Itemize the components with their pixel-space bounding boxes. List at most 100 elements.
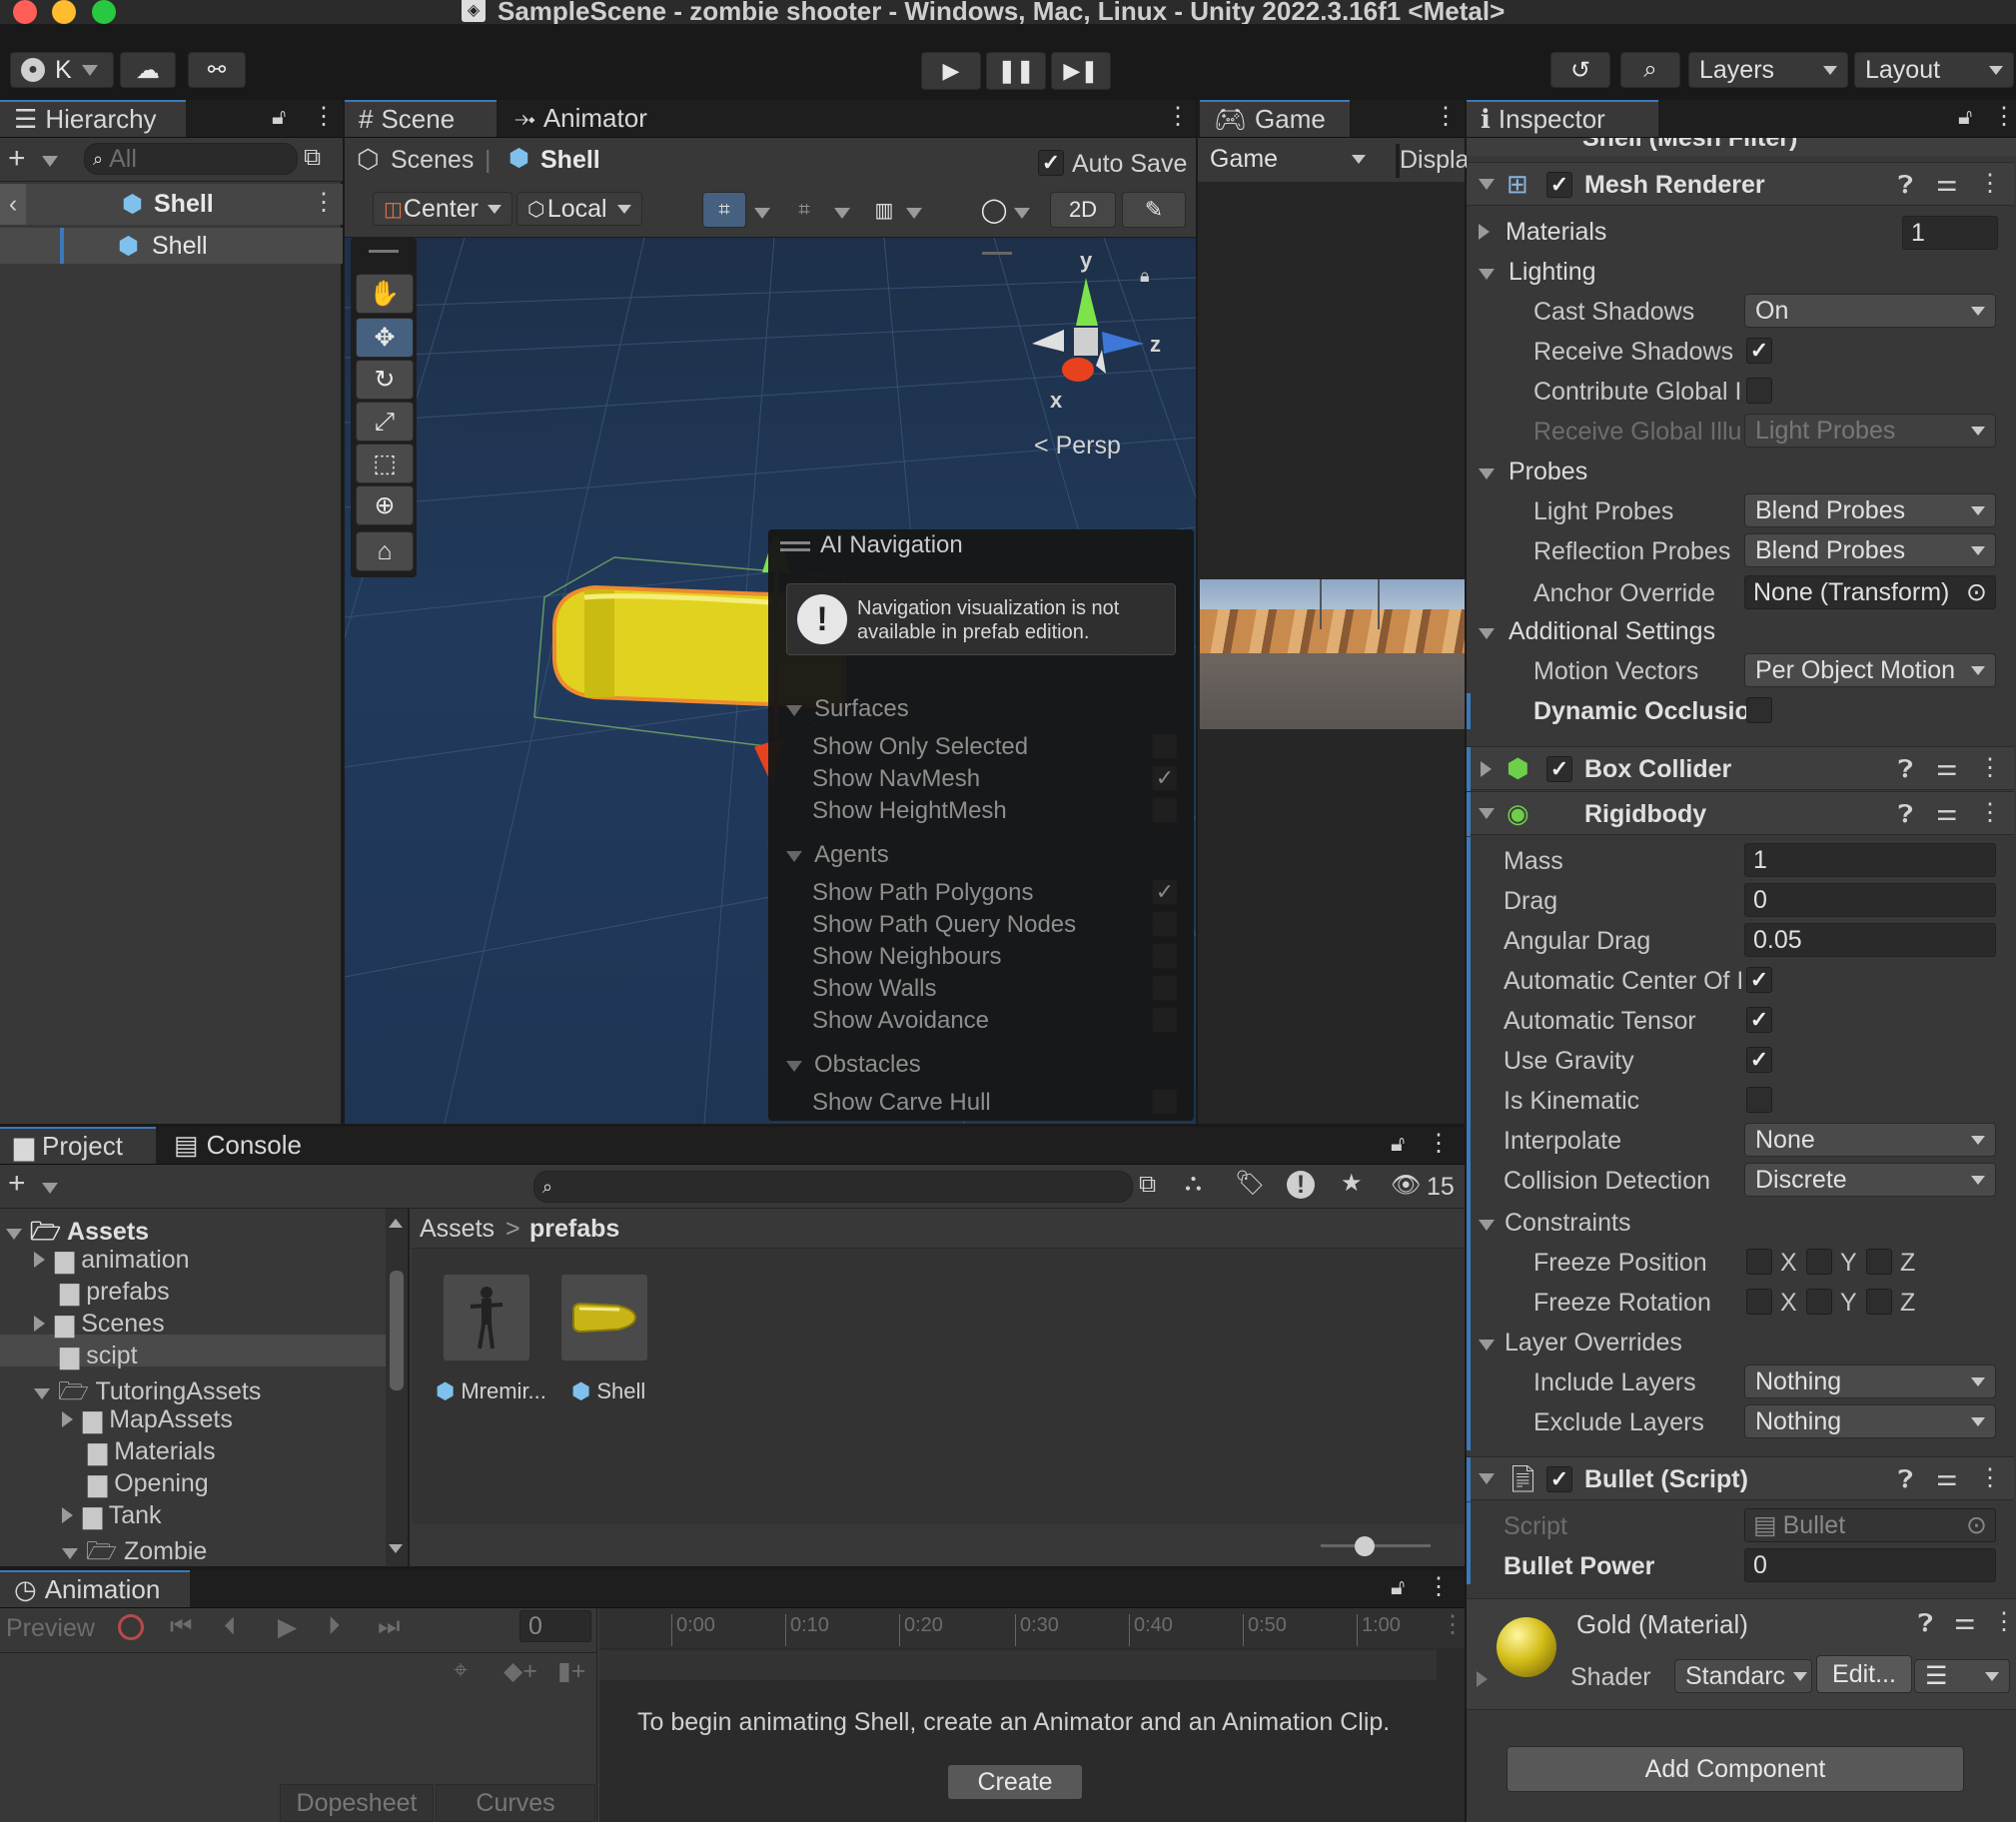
rigidbody-header[interactable]: ◉ Rigidbody ❓︎ ⚌ ⋮ (1467, 791, 2014, 836)
events-track[interactable] (599, 1650, 1437, 1680)
surfaces-foldout[interactable]: Surfaces (786, 695, 909, 723)
scroll-up-icon[interactable] (389, 1219, 403, 1228)
project-search-input[interactable]: ⌕ (533, 1171, 1133, 1203)
more-menu-icon[interactable]: ⋮ (1427, 1129, 1451, 1158)
foldout-arrow-icon[interactable] (1479, 1473, 1495, 1484)
more-menu-icon[interactable]: ⋮ (1978, 798, 2002, 827)
chevron-down-icon[interactable] (834, 208, 850, 219)
bullet-power-field[interactable]: 0 (1744, 1548, 1996, 1582)
hierarchy-item-shell[interactable]: ⬢ Shell (0, 228, 343, 264)
pause-button[interactable]: ❚❚ (986, 52, 1046, 90)
crumb-prefabs[interactable]: prefabs (529, 1215, 619, 1244)
show-path-polygons-checkbox[interactable]: ✓ (1152, 879, 1178, 905)
foldout-arrow-icon[interactable] (1479, 179, 1495, 190)
presets-icon[interactable]: ⚌ (1936, 753, 1958, 782)
pivot-dropdown[interactable]: ◫ Center (373, 192, 512, 226)
tab-hierarchy[interactable]: ☰ Hierarchy (0, 100, 186, 137)
animation-timeline[interactable]: 0:00 0:10 0:20 0:30 0:40 0:50 1:00 ⋮ To … (599, 1608, 1465, 1822)
close-window-button[interactable] (13, 0, 37, 24)
use-gravity-checkbox[interactable]: ✓ (1746, 1047, 1772, 1073)
add-object-dropdown-icon[interactable] (42, 156, 58, 167)
more-menu-icon[interactable]: ⋮ (1978, 169, 2002, 198)
freeze-rotation-y-checkbox[interactable] (1806, 1289, 1832, 1315)
anchor-override-field[interactable]: None (Transform) ⊙ (1744, 575, 1996, 609)
tab-inspector[interactable]: ℹ Inspector (1467, 100, 1658, 137)
tree-item-scipt[interactable]: ▆ scipt (60, 1341, 138, 1370)
additional-settings-foldout[interactable]: Additional Settings (1479, 617, 1715, 646)
bullet-script-enabled-checkbox[interactable]: ✓ (1546, 1466, 1572, 1492)
presets-icon[interactable]: ⚌ (1954, 1607, 1976, 1636)
frame-field[interactable]: 0 (519, 1610, 591, 1642)
hierarchy-search-input[interactable]: ⌕ All (84, 143, 298, 175)
rotate-tool-button[interactable]: ↻ (356, 360, 414, 400)
tree-item-mapassets[interactable]: ▆ MapAssets (62, 1404, 233, 1434)
help-icon[interactable]: ❓︎ (1898, 755, 1913, 784)
chevron-down-icon[interactable] (754, 208, 770, 219)
search-button[interactable]: ⌕ (1620, 52, 1680, 88)
account-dropdown[interactable]: ● K (10, 52, 114, 88)
layers-dropdown[interactable]: Layers (1688, 52, 1848, 88)
favorite-star-icon[interactable]: ★ (1341, 1169, 1363, 1198)
auto-save-checkbox[interactable]: ✓ (1038, 150, 1064, 176)
auto-tensor-checkbox[interactable]: ✓ (1746, 1007, 1772, 1033)
presets-icon[interactable]: ⚌ (1936, 1463, 1958, 1492)
drag-handle-icon[interactable] (369, 250, 399, 253)
box-collider-enabled-checkbox[interactable]: ✓ (1546, 756, 1572, 782)
show-walls-checkbox[interactable] (1152, 975, 1178, 1001)
search-options-icon[interactable]: ⧉ (1139, 1171, 1156, 1199)
lock-icon[interactable]: 🔓︎ (272, 104, 286, 130)
create-animation-button[interactable]: Create (947, 1764, 1083, 1800)
agents-foldout[interactable]: Agents (786, 841, 889, 869)
asset-thumbnail-shell[interactable] (561, 1275, 647, 1361)
material-options-dropdown[interactable]: ☰ (1914, 1659, 2010, 1693)
chevron-down-icon[interactable] (42, 1183, 58, 1194)
icon-size-slider-thumb[interactable] (1355, 1536, 1375, 1556)
more-menu-icon[interactable]: ⋮ (1166, 102, 1190, 131)
mesh-renderer-header[interactable]: ⊞ ✓ Mesh Renderer ❓︎ ⚌ ⋮ (1467, 162, 2014, 206)
more-menu-icon[interactable]: ⋮ (1992, 102, 2016, 131)
scale-tool-button[interactable]: ⤢ (356, 402, 414, 442)
freeze-rotation-x-checkbox[interactable] (1746, 1289, 1772, 1315)
lighting-foldout[interactable]: Lighting (1479, 258, 1596, 287)
edit-shader-button[interactable]: Edit... (1816, 1655, 1912, 1693)
asset-label-shell[interactable]: ⬢ Shell (571, 1378, 645, 1404)
filter-selection-icon[interactable]: ⌖ (454, 1656, 468, 1685)
hidden-eye-icon[interactable]: 👁︎ (1391, 1171, 1421, 1200)
preview-toggle[interactable]: Preview (6, 1614, 95, 1643)
increment-snap-toggle[interactable]: ▥ (862, 192, 906, 228)
play-animation-button[interactable]: ▶ (278, 1612, 297, 1642)
drag-handle-icon[interactable] (780, 541, 810, 544)
mesh-filter-header[interactable]: Shell (Mesh Filter) (1467, 138, 2016, 156)
scroll-down-icon[interactable] (389, 1544, 403, 1553)
last-keyframe-button[interactable]: ⏭ (378, 1612, 401, 1641)
layout-dropdown[interactable]: Layout (1854, 52, 2014, 88)
lock-icon[interactable]: 🔒︎ (1140, 266, 1150, 287)
add-event-icon[interactable]: ▮+ (557, 1656, 585, 1686)
minimize-window-button[interactable] (52, 0, 76, 24)
show-heightmesh-checkbox[interactable] (1152, 797, 1178, 823)
tree-item-tank[interactable]: ▆ Tank (62, 1500, 162, 1530)
tab-game[interactable]: 🎮︎ Game (1200, 100, 1350, 137)
previous-keyframe-button[interactable]: ⏴ (224, 1612, 237, 1641)
show-path-query-checkbox[interactable] (1152, 911, 1178, 937)
play-button[interactable]: ▶ (921, 52, 981, 90)
icon-size-slider-track[interactable] (1321, 1544, 1431, 1547)
help-icon[interactable]: ❓︎ (1898, 800, 1913, 829)
custom-tool-button[interactable]: ⌂ (356, 531, 414, 571)
breadcrumb-scenes[interactable]: Scenes (391, 146, 474, 175)
dynamic-occlusion-checkbox[interactable] (1746, 697, 1772, 723)
help-icon[interactable]: ❓︎ (1898, 1465, 1913, 1494)
back-arrow-icon[interactable]: ‹ (0, 184, 26, 225)
help-icon[interactable]: ❓︎ (1918, 1609, 1933, 1638)
help-icon[interactable]: ❓︎ (1898, 171, 1913, 200)
lock-icon[interactable]: 🔓︎ (1958, 104, 1972, 130)
lock-icon[interactable]: 🔓︎ (1391, 1574, 1405, 1600)
drag-field[interactable]: 0 (1744, 883, 1996, 917)
probes-foldout[interactable]: Probes (1479, 457, 1587, 486)
angular-drag-field[interactable]: 0.05 (1744, 923, 1996, 957)
more-menu-icon[interactable]: ⋮ (1978, 1463, 2002, 1492)
add-object-button[interactable]: + (8, 142, 26, 176)
presets-icon[interactable]: ⚌ (1936, 169, 1958, 198)
more-menu-icon[interactable]: ⋮ (312, 102, 336, 131)
show-neighbours-checkbox[interactable] (1152, 943, 1178, 969)
